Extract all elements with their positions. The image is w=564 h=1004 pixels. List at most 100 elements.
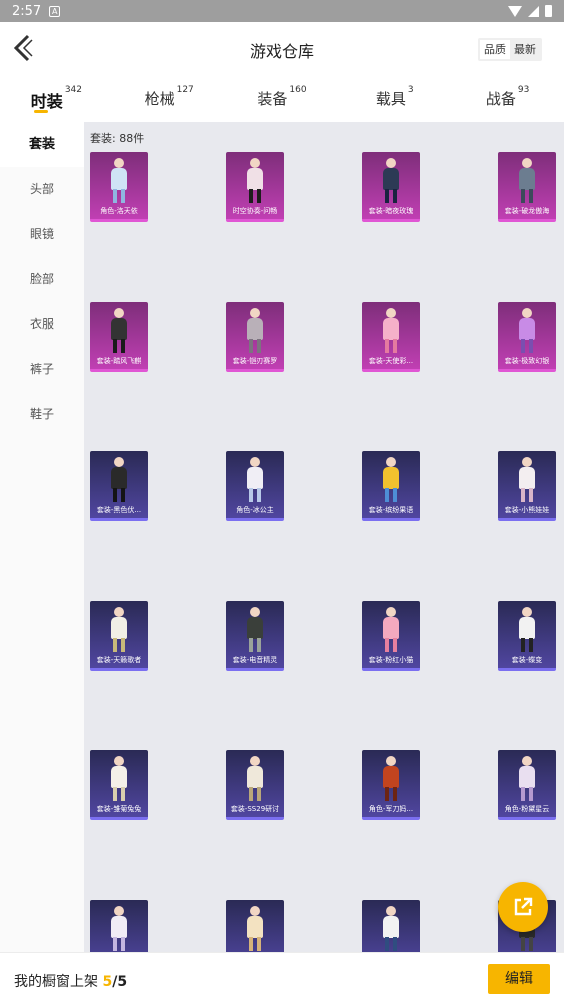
outfit-figure-icon <box>380 756 402 801</box>
item-card[interactable]: 角色-冰公主 <box>226 451 284 521</box>
item-name: 角色-冰公主 <box>236 506 274 514</box>
item-card[interactable]: 套装-黑色伏... <box>90 451 148 521</box>
showcase-current-count: 5 <box>102 974 113 990</box>
battery-icon <box>545 5 552 17</box>
showcase-status: 我的橱窗上架 5/5 <box>14 971 127 991</box>
item-card[interactable]: 角色-洛天依 <box>90 152 148 222</box>
tab-equipment[interactable]: 装备 160 <box>226 76 339 122</box>
item-card[interactable]: 套装-踏风飞麒 <box>90 302 148 372</box>
signal-icon <box>528 5 539 17</box>
item-name: 套装-粉红小猫 <box>368 656 414 664</box>
status-bar: 2:57 A <box>0 0 564 22</box>
item-name: 套装-暗夜玫瑰 <box>368 207 414 215</box>
outfit-figure-icon <box>108 308 130 353</box>
outfit-figure-icon <box>244 906 266 951</box>
edit-button[interactable]: 编辑 <box>488 964 550 994</box>
status-time: 2:57 <box>12 3 42 19</box>
outfit-figure-icon <box>108 457 130 502</box>
sidebar-item-outfit-set[interactable]: 套装 <box>0 122 84 167</box>
item-grid[interactable]: 套装: 88件 角色-洛天依 时空协奏-问畅 套装-暗夜玫瑰 套装-破龙傲海套装-踏风… <box>84 122 564 952</box>
outfit-figure-icon <box>380 158 402 203</box>
tab-vehicles[interactable]: 载具 3 <box>338 76 451 122</box>
item-name: 套装-SS29研讨 <box>230 805 280 813</box>
item-card[interactable]: 时空协奏-问畅 <box>226 152 284 222</box>
tab-count: 93 <box>517 85 530 95</box>
outfit-figure-icon <box>244 607 266 652</box>
item-name: 套装-铠刃赛罗 <box>232 357 278 365</box>
item-name: 套装-极致幻银 <box>504 357 550 365</box>
tab-label: 战备 <box>485 90 516 108</box>
share-icon <box>514 897 533 916</box>
item-name: 套装-电音精灵 <box>232 656 278 664</box>
item-card[interactable]: 套装-雏菊兔兔 <box>90 750 148 820</box>
item-card[interactable]: 套装-缤纷果语 <box>362 451 420 521</box>
item-card[interactable] <box>226 900 284 952</box>
item-card[interactable]: 角色-军刀妈... <box>362 750 420 820</box>
sidebar-item-shoes[interactable]: 鞋子 <box>0 392 84 437</box>
outfit-figure-icon <box>516 756 538 801</box>
sidebar-item-glasses[interactable]: 眼镜 <box>0 212 84 257</box>
item-name: 套装-破龙傲海 <box>504 207 550 215</box>
tab-label: 枪械 <box>144 90 175 108</box>
item-name: 套装-天使彩... <box>368 357 414 365</box>
outfit-figure-icon <box>108 607 130 652</box>
share-button[interactable] <box>498 882 548 932</box>
item-count-label: 套装: 88件 <box>90 132 145 145</box>
sidebar-item-face[interactable]: 脸部 <box>0 257 84 302</box>
sidebar-item-head[interactable]: 头部 <box>0 167 84 212</box>
outfit-figure-icon <box>516 457 538 502</box>
tab-count: 342 <box>64 85 82 95</box>
item-card[interactable]: 套装-极致幻银 <box>498 302 556 372</box>
outfit-figure-icon <box>108 158 130 203</box>
item-name: 时空协奏-问畅 <box>232 207 278 215</box>
item-card[interactable]: 套装-暗夜玫瑰 <box>362 152 420 222</box>
item-card[interactable]: 套装-SS29研讨 <box>226 750 284 820</box>
item-card[interactable]: 套装-天籁歌者 <box>90 601 148 671</box>
outfit-figure-icon <box>380 457 402 502</box>
showcase-total-count: /5 <box>112 974 128 990</box>
outfit-figure-icon <box>244 756 266 801</box>
sidebar-item-clothes[interactable]: 衣服 <box>0 302 84 347</box>
item-card[interactable]: 套装-电音精灵 <box>226 601 284 671</box>
item-name: 套装-踏风飞麒 <box>96 357 142 365</box>
outfit-figure-icon <box>108 906 130 951</box>
outfit-figure-icon <box>380 607 402 652</box>
item-card[interactable]: 套装-蝶变 <box>498 601 556 671</box>
tab-underline <box>34 110 49 113</box>
item-name: 套装-雏菊兔兔 <box>96 805 142 813</box>
tab-count: 127 <box>176 85 194 95</box>
item-card[interactable]: 套装-小熊娃娃 <box>498 451 556 521</box>
item-name: 角色-粉黛星云 <box>504 805 550 813</box>
item-card[interactable]: 套装-铠刃赛罗 <box>226 302 284 372</box>
item-card[interactable]: 套装-粉红小猫 <box>362 601 420 671</box>
sort-toggle: 品质 最新 <box>478 38 542 61</box>
tab-battle-gear[interactable]: 战备 93 <box>451 76 564 122</box>
outfit-figure-icon <box>516 308 538 353</box>
item-card[interactable] <box>362 900 420 952</box>
item-name: 套装-黑色伏... <box>96 506 142 514</box>
item-card[interactable]: 套装-破龙傲海 <box>498 152 556 222</box>
category-tabs: 时装342 枪械 127 装备 160 载具 3 战备 93 <box>0 76 564 122</box>
tab-firearms[interactable]: 枪械 127 <box>113 76 226 122</box>
tab-fashion[interactable]: 时装342 <box>0 76 113 122</box>
outfit-figure-icon <box>380 308 402 353</box>
sidebar-item-pants[interactable]: 裤子 <box>0 347 84 392</box>
item-card[interactable]: 角色-粉黛星云 <box>498 750 556 820</box>
sort-by-quality[interactable]: 品质 <box>480 40 510 59</box>
outfit-figure-icon <box>244 457 266 502</box>
notification-icon: A <box>49 5 61 17</box>
wifi-icon <box>508 5 522 17</box>
item-card[interactable] <box>90 900 148 952</box>
item-name: 套装-天籁歌者 <box>96 656 142 664</box>
item-name: 角色-洛天依 <box>100 207 138 215</box>
outfit-figure-icon <box>244 158 266 203</box>
showcase-label: 我的橱窗上架 <box>14 974 98 990</box>
outfit-figure-icon <box>380 906 402 951</box>
item-card[interactable]: 套装-天使彩... <box>362 302 420 372</box>
showcase-footer: 我的橱窗上架 5/5 编辑 <box>0 952 564 1004</box>
item-name: 套装-缤纷果语 <box>368 506 414 514</box>
tab-count: 3 <box>407 85 414 95</box>
sort-by-newest[interactable]: 最新 <box>510 40 540 59</box>
category-sidebar: 套装 头部 眼镜 脸部 衣服 裤子 鞋子 <box>0 122 84 952</box>
header: 游戏仓库 品质 最新 <box>0 22 564 76</box>
